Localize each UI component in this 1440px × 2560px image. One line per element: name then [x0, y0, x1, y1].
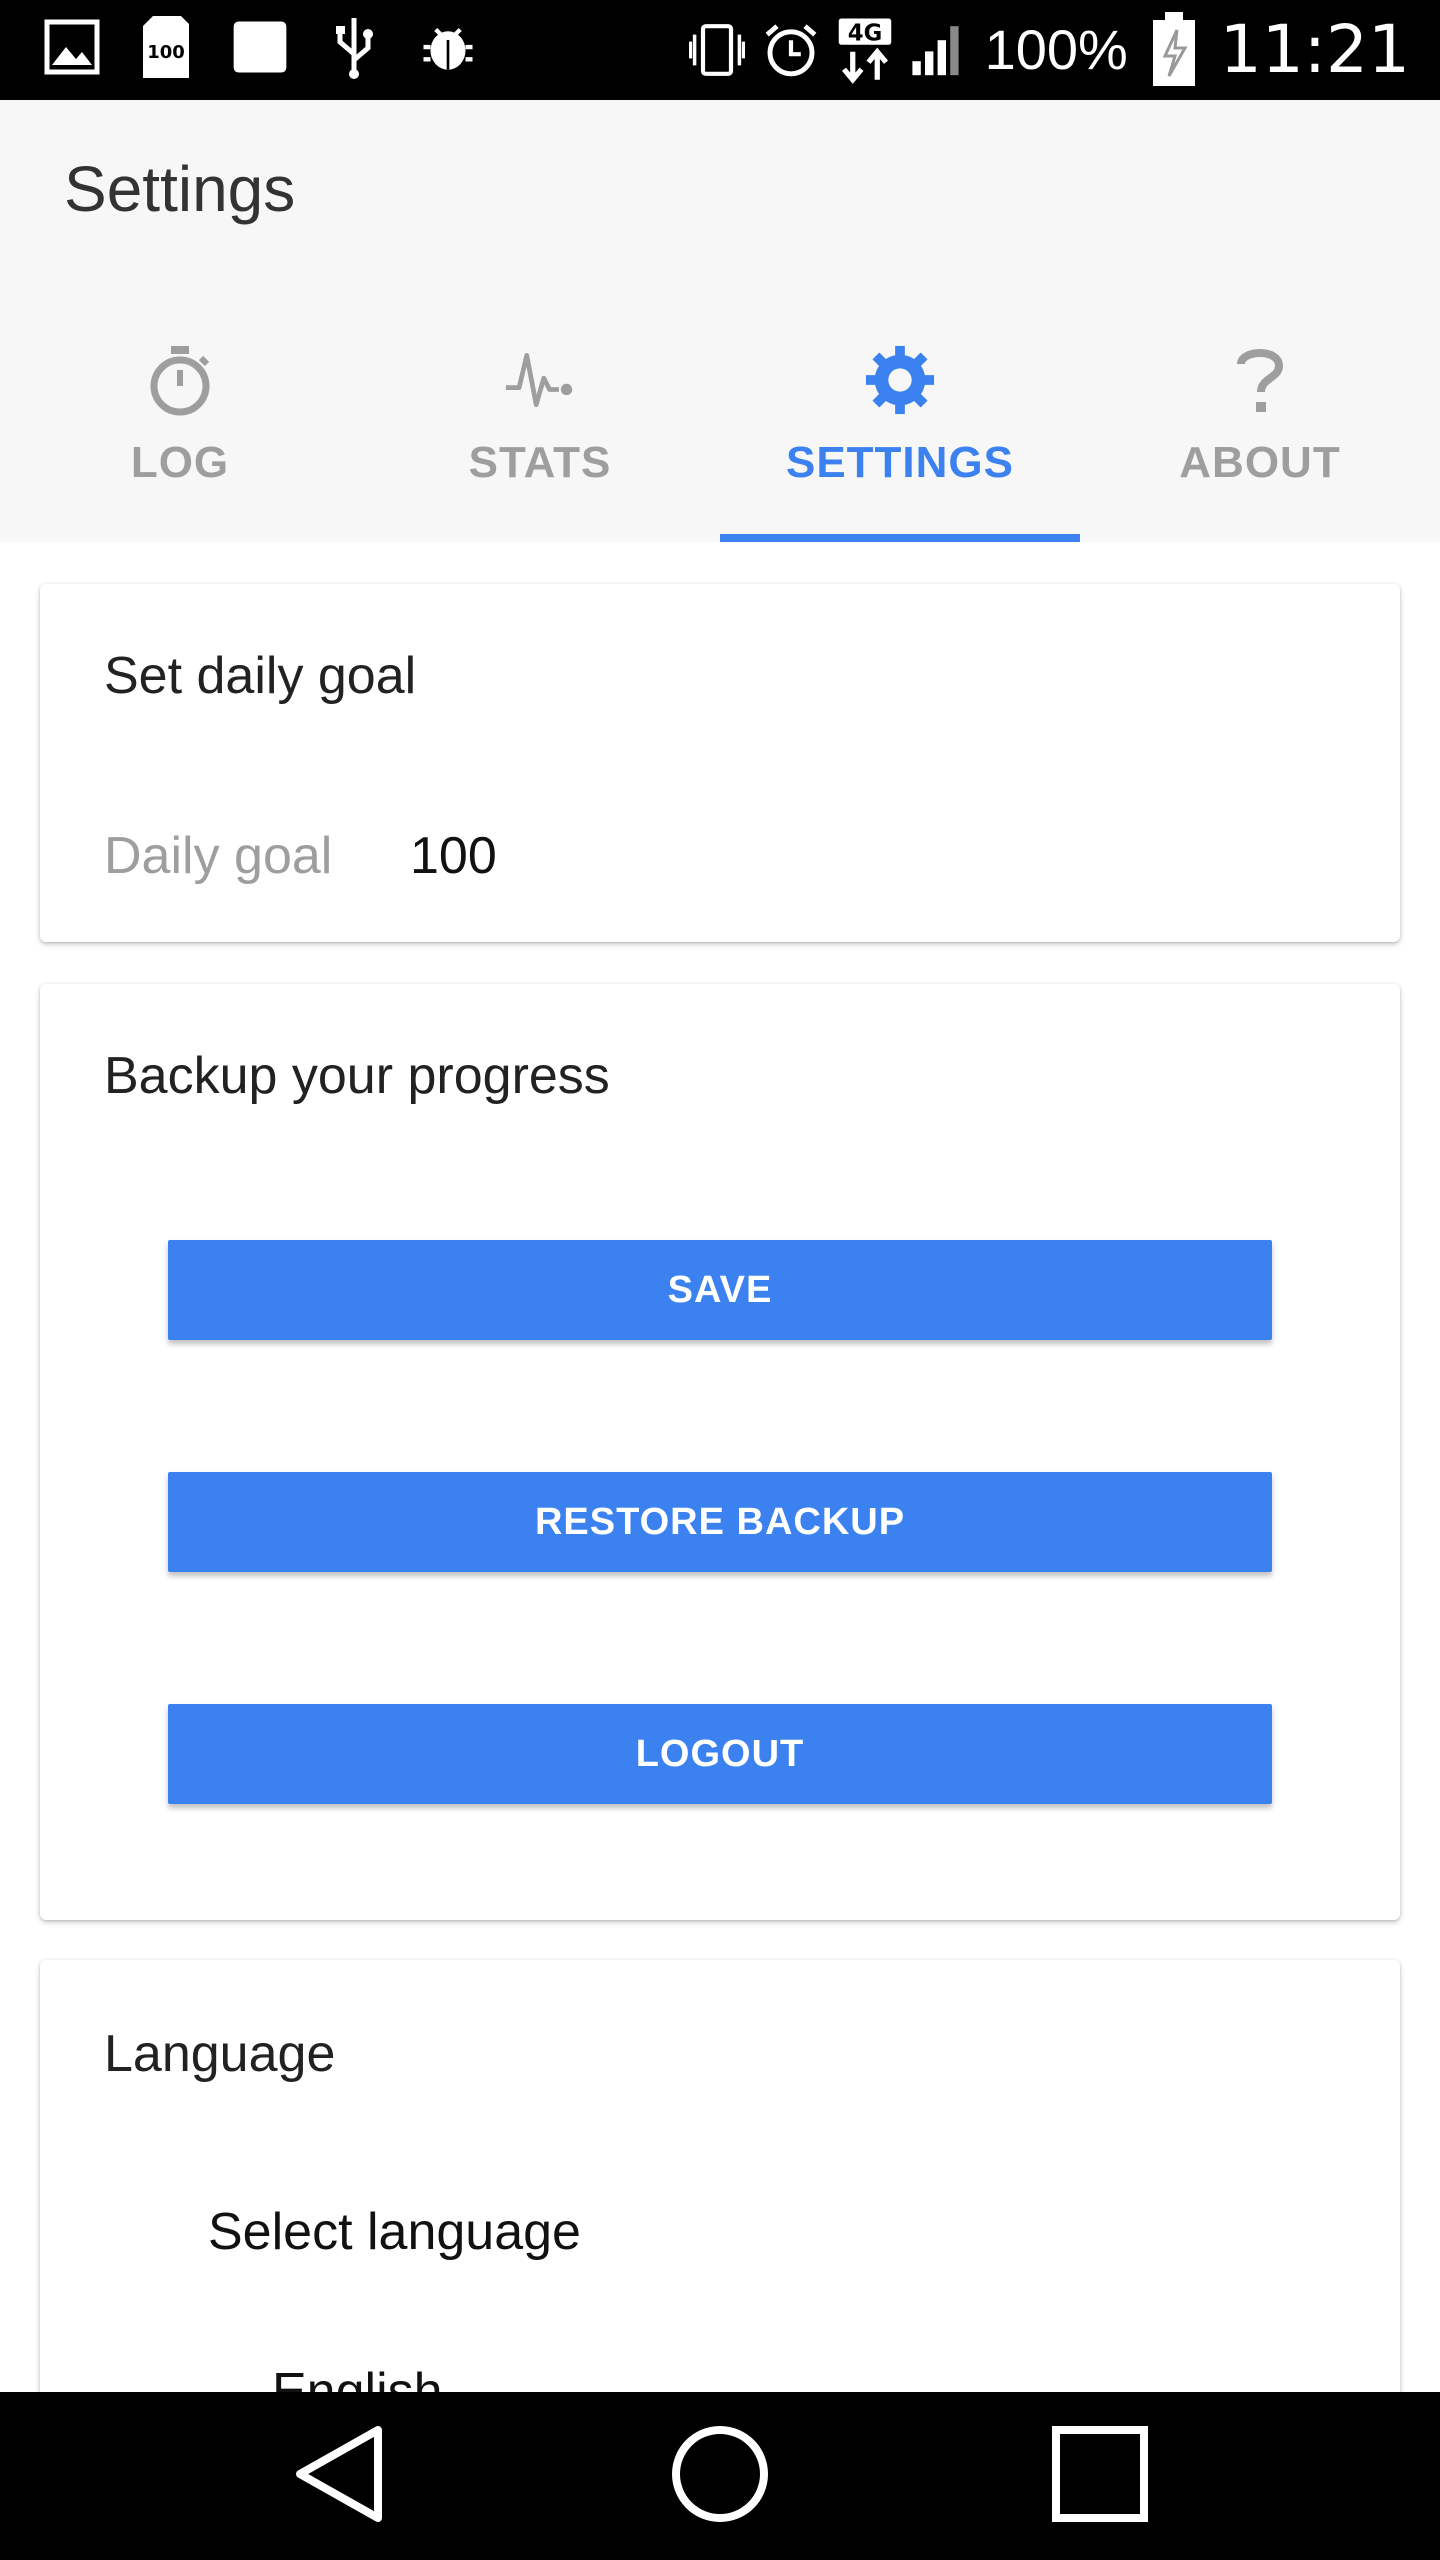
tab-log[interactable]: LOG: [0, 332, 360, 542]
tab-settings[interactable]: SETTINGS: [720, 332, 1080, 542]
backup-card: Backup your progress SAVE RESTORE BACKUP…: [40, 984, 1400, 1920]
logout-button[interactable]: LOGOUT: [168, 1704, 1272, 1804]
vibrate-icon: [688, 17, 745, 83]
recents-square-icon: [1050, 2424, 1150, 2529]
alarm-icon: [763, 17, 819, 83]
blank-notification-icon: [232, 14, 288, 80]
signal-icon: [911, 17, 967, 83]
back-button[interactable]: [280, 2424, 400, 2529]
card-title: Set daily goal: [104, 647, 417, 705]
home-button[interactable]: [660, 2424, 780, 2529]
select-language-label: Select language: [208, 2203, 581, 2261]
status-bar: 100 4G 100% 11:21: [0, 0, 1440, 100]
clock: 11:21: [1219, 11, 1410, 88]
stopwatch-icon: [144, 340, 216, 420]
app-header: Settings LOG STATS SETTINGS ABOUT: [0, 100, 1440, 542]
tab-label: LOG: [130, 438, 230, 487]
card-title: Backup your progress: [104, 1047, 610, 1105]
battery-charging-icon: [1146, 12, 1202, 86]
tab-about[interactable]: ABOUT: [1080, 332, 1440, 542]
navigation-bar: [0, 2392, 1440, 2560]
daily-goal-label: Daily goal: [104, 827, 333, 885]
tab-bar: LOG STATS SETTINGS ABOUT: [0, 332, 1440, 542]
network-4g-icon: 4G: [837, 17, 893, 84]
page-title: Settings: [64, 153, 296, 225]
tab-label: SETTINGS: [785, 438, 1015, 487]
recents-button[interactable]: [1040, 2424, 1160, 2529]
restore-backup-button[interactable]: RESTORE BACKUP: [168, 1472, 1272, 1572]
back-triangle-icon: [290, 2424, 390, 2529]
help-icon: [1224, 340, 1296, 420]
daily-goal-input[interactable]: 100: [410, 826, 497, 886]
battery-percent: 100%: [984, 18, 1128, 81]
tab-stats[interactable]: STATS: [360, 332, 720, 542]
debug-bug-icon: [420, 14, 476, 80]
language-card: Language Select language English: [40, 1960, 1400, 2460]
card-title: Language: [104, 2025, 336, 2083]
gear-icon: [864, 340, 936, 420]
image-icon: [44, 14, 100, 80]
home-circle-icon: [670, 2424, 770, 2529]
daily-goal-card: Set daily goal Daily goal 100: [40, 584, 1400, 942]
svg-text:4G: 4G: [847, 20, 882, 46]
tab-label: ABOUT: [1179, 438, 1341, 487]
sd-card-icon: 100: [138, 14, 194, 80]
save-button[interactable]: SAVE: [168, 1240, 1272, 1340]
pulse-icon: [504, 340, 576, 420]
svg-text:100: 100: [147, 42, 185, 63]
usb-icon: [326, 14, 382, 80]
tab-label: STATS: [468, 438, 612, 487]
